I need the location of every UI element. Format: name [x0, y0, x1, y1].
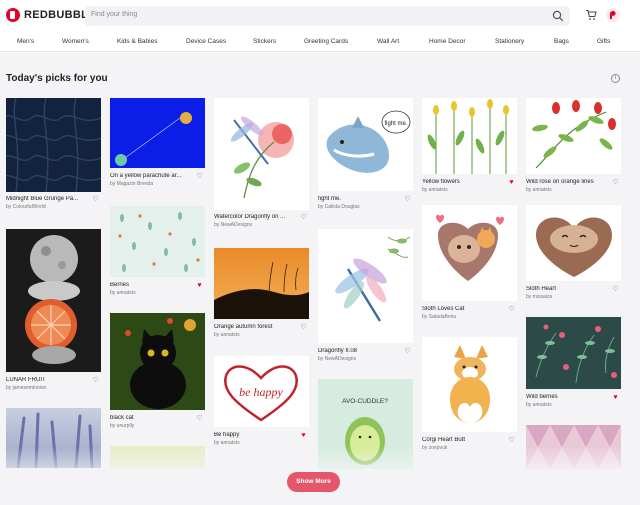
product-title[interactable]: fight me. — [318, 196, 400, 202]
artist-name[interactable]: by annatsts — [214, 332, 240, 338]
nav-item-stationery[interactable]: Stationery — [495, 38, 524, 45]
nav-item-greeting-cards[interactable]: Greeting Cards — [304, 38, 348, 45]
artist-name[interactable]: by unurplly — [110, 423, 134, 429]
heart-icon[interactable]: ♡ — [300, 214, 307, 221]
nav-item-wall-art[interactable]: Wall Art — [377, 38, 399, 45]
artist-name[interactable]: by annatsts — [110, 290, 136, 296]
search-input[interactable]: Find your thing — [85, 6, 570, 26]
user-account-icon[interactable] — [606, 8, 620, 22]
nav-item-bags[interactable]: Bags — [554, 38, 569, 45]
product-image[interactable] — [110, 313, 205, 410]
heart-icon[interactable]: ♥ — [196, 282, 203, 289]
product-title[interactable]: Berries — [110, 282, 192, 288]
product-image[interactable] — [526, 98, 621, 174]
product-image[interactable]: be happy — [214, 356, 309, 427]
heart-icon[interactable]: ♥ — [612, 394, 619, 401]
heart-icon[interactable]: ♡ — [196, 415, 203, 422]
nav-item-gifts[interactable]: Gifts — [597, 38, 610, 45]
main-content: Today's picks for you i Midnight Blue Gr… — [0, 53, 640, 505]
heart-icon[interactable]: ♥ — [508, 179, 515, 186]
heart-icon[interactable]: ♡ — [612, 286, 619, 293]
product-image[interactable] — [110, 206, 205, 277]
nav-item-kids-babies[interactable]: Kids & Babies — [117, 38, 157, 45]
logo-icon — [6, 8, 20, 22]
nav-item-stickers[interactable]: Stickers — [253, 38, 276, 45]
redbubble-logo[interactable]: REDBUBBLE — [6, 8, 96, 22]
product-image[interactable]: fight me. — [318, 98, 413, 191]
shark-bubble-text: fight me. — [384, 121, 407, 127]
product-title[interactable]: black cat — [110, 415, 192, 421]
artist-name[interactable]: by annatsts — [526, 402, 552, 408]
product-title[interactable]: LUNAR FRUIT — [6, 377, 88, 383]
product-title[interactable]: Sloth Heart — [526, 286, 608, 292]
nav-item-mens[interactable]: Men's — [17, 38, 34, 45]
product-title[interactable]: Sloth Loves Cat — [422, 306, 504, 312]
heart-icon[interactable]: ♡ — [508, 306, 515, 313]
search-icon[interactable] — [552, 10, 564, 22]
product-image[interactable] — [110, 98, 205, 168]
heart-icon[interactable]: ♡ — [92, 196, 99, 203]
category-nav: Men's Women's Kids & Babies Device Cases… — [0, 32, 640, 52]
artist-name[interactable]: by annatsts — [422, 187, 448, 193]
heart-icon[interactable]: ♡ — [612, 179, 619, 186]
product-image[interactable] — [422, 337, 517, 432]
nav-item-device-cases[interactable]: Device Cases — [186, 38, 226, 45]
product-image[interactable] — [422, 205, 517, 301]
product-title[interactable]: Corgi Heart Butt — [422, 437, 504, 443]
product-image[interactable] — [318, 229, 413, 343]
artist-name[interactable]: by missaiza — [526, 294, 552, 300]
heart-icon[interactable]: ♡ — [300, 324, 307, 331]
product-title[interactable]: Be happy — [214, 432, 296, 438]
cart-icon[interactable] — [585, 9, 597, 21]
heart-icon[interactable]: ♡ — [92, 377, 99, 384]
heart-icon[interactable]: ♡ — [196, 173, 203, 180]
product-image[interactable] — [6, 229, 101, 372]
artist-name[interactable]: by ColourfulWorld — [6, 204, 46, 210]
artist-name[interactable]: by annatsts — [214, 440, 240, 446]
artist-name[interactable]: by SatadaBonu — [422, 314, 456, 320]
product-image[interactable] — [214, 98, 309, 210]
show-more-button[interactable]: Show More — [287, 472, 340, 492]
artist-name[interactable]: by jameseminnion — [6, 385, 46, 391]
artist-name[interactable]: by Calista Douglas — [318, 204, 360, 210]
product-title[interactable]: Watercolor Dragonfly on ... — [214, 214, 296, 220]
product-image[interactable] — [526, 317, 621, 389]
product-image[interactable] — [422, 98, 517, 174]
heart-icon[interactable]: ♥ — [300, 432, 307, 439]
product-title[interactable]: Wild berries — [526, 394, 608, 400]
product-title[interactable]: On a yellow parachute ar... — [110, 173, 192, 179]
nav-item-home-decor[interactable]: Home Decor — [429, 38, 465, 45]
product-title[interactable]: Wild rose on orange lines — [526, 179, 608, 185]
header: REDBUBBLE Find your thing — [0, 0, 640, 32]
avocado-art-text: AVO-CUDDLE? — [342, 398, 388, 405]
heart-icon[interactable]: ♡ — [404, 348, 411, 355]
product-title[interactable]: Orange autumn forest — [214, 324, 296, 330]
product-image[interactable] — [526, 205, 621, 281]
product-image[interactable] — [6, 98, 101, 192]
product-title[interactable]: Midnight Blue Grunge Pa... — [6, 196, 88, 202]
artist-name[interactable]: by NewADesigns — [318, 356, 356, 362]
section-title: Today's picks for you — [6, 73, 108, 84]
artist-name[interactable]: by Magazin Brenda — [110, 181, 153, 187]
info-icon[interactable]: i — [611, 74, 620, 83]
nav-item-womens[interactable]: Women's — [62, 38, 89, 45]
search-placeholder: Find your thing — [91, 11, 138, 18]
product-title[interactable]: Dragonfly II.08 — [318, 348, 400, 354]
artist-name[interactable]: by annatsts — [526, 187, 552, 193]
heart-icon[interactable]: ♡ — [404, 196, 411, 203]
product-image[interactable] — [214, 248, 309, 319]
product-title[interactable]: Yellow flowers — [422, 179, 504, 185]
artist-name[interactable]: by NewADesigns — [214, 222, 252, 228]
be-happy-art-text: be happy — [239, 385, 283, 399]
heart-icon[interactable]: ♡ — [508, 437, 515, 444]
